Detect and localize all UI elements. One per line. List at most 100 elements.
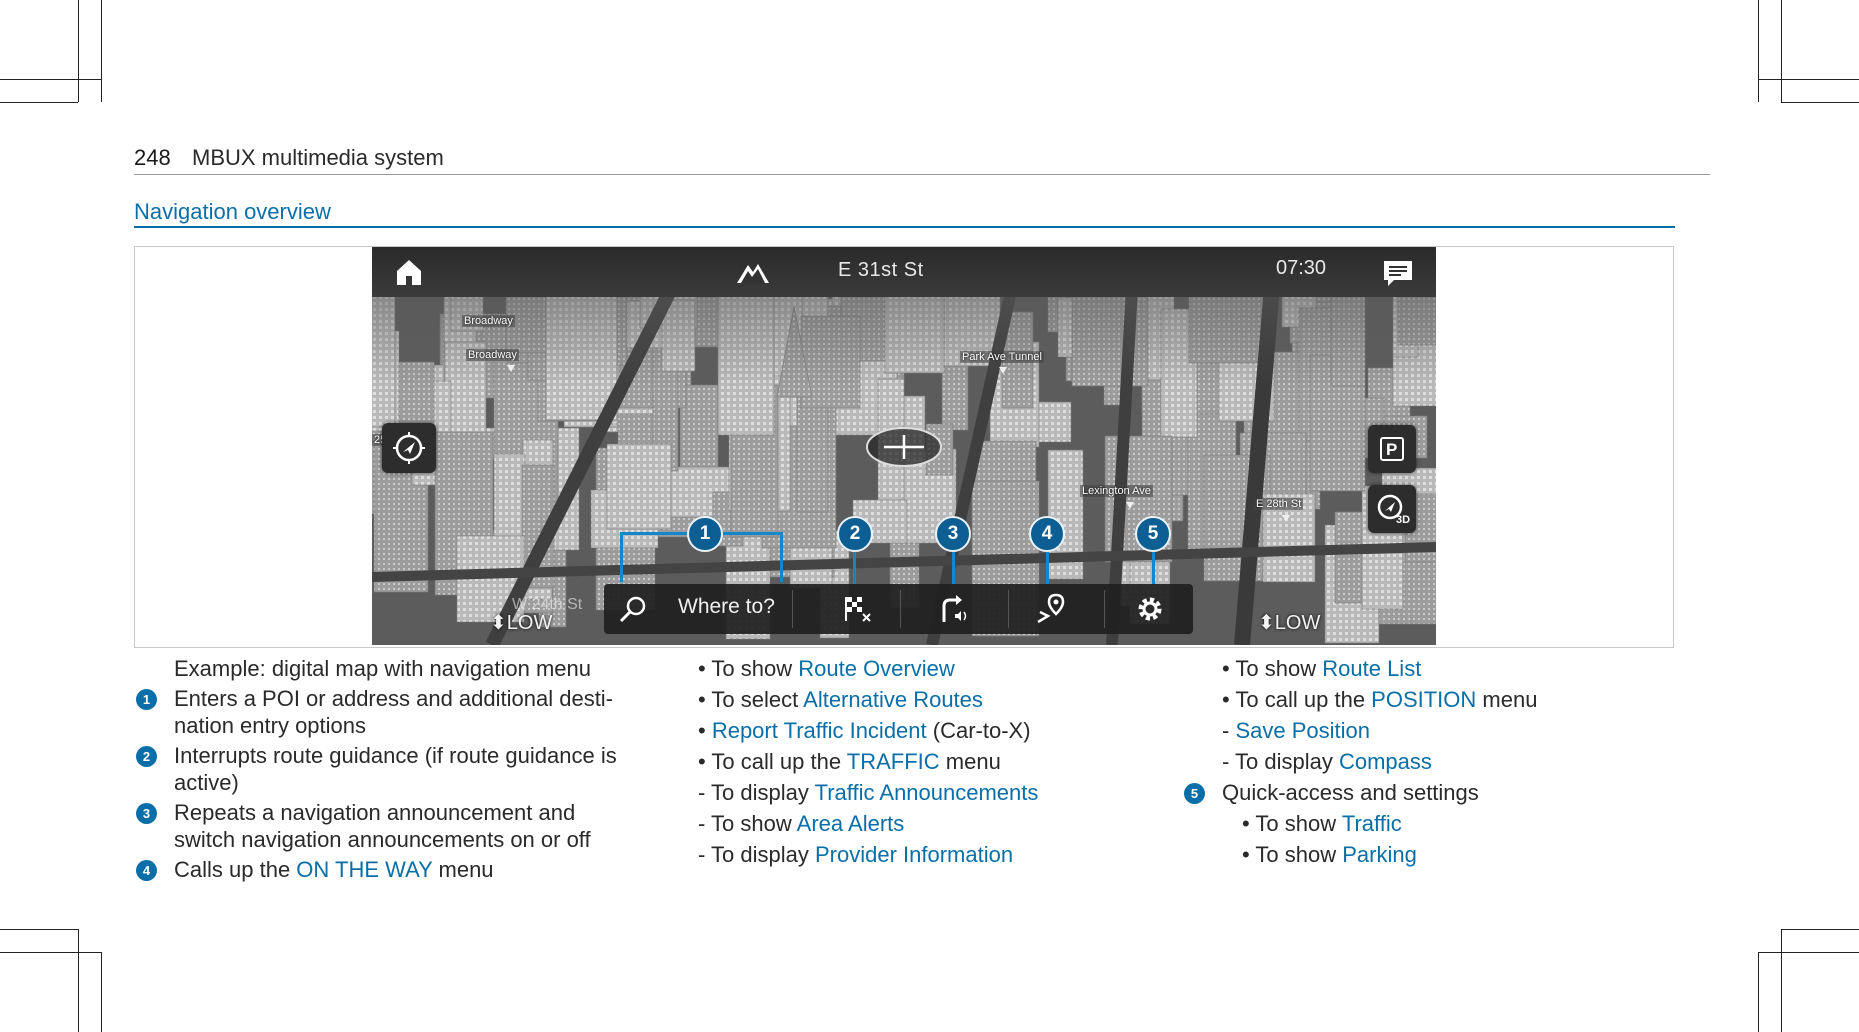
3d-view-button[interactable]: 3D <box>1368 485 1416 533</box>
crop-mark <box>1758 952 1859 953</box>
menu-divider <box>1104 590 1105 628</box>
section-title: Navigation overview <box>134 199 331 224</box>
map-label-broadway: Broadway <box>466 349 519 361</box>
search-field[interactable]: Where to? <box>678 595 775 619</box>
link-parking[interactable]: Parking <box>1342 842 1417 867</box>
link-route-list[interactable]: Route List <box>1322 656 1421 681</box>
link-area-alerts[interactable]: Area Alerts <box>797 811 905 836</box>
item-badge-4: 4 <box>136 860 157 881</box>
text: • To show <box>1242 842 1343 867</box>
text: - <box>1222 718 1236 743</box>
page-header: 248 MBUX multimedia system <box>134 143 1710 175</box>
link-traffic-show[interactable]: Traffic <box>1342 811 1402 836</box>
col2-line: - To show Area Alerts <box>698 811 904 837</box>
crop-mark <box>1758 952 1759 1032</box>
mountain-icon[interactable] <box>736 259 770 285</box>
crop-mark <box>0 102 78 103</box>
item-badge-3: 3 <box>136 803 157 824</box>
crop-mark <box>78 0 79 102</box>
crop-mark <box>1781 929 1782 1032</box>
low-left-indicator: ⬍LOW <box>490 612 553 634</box>
text: menu <box>432 857 494 882</box>
item-badge-5: 5 <box>1184 783 1205 804</box>
col3-sub-line: • To show Parking <box>1242 842 1417 868</box>
col3-line: • To show Route List <box>1222 656 1421 682</box>
crop-mark <box>0 79 101 80</box>
callout-4: 4 <box>1029 516 1065 552</box>
link-on-the-way[interactable]: ON THE WAY <box>296 857 432 882</box>
item-badge-2: 2 <box>136 746 157 767</box>
message-icon[interactable] <box>1382 258 1414 288</box>
col2-line: - To display Provider Information <box>698 842 1013 868</box>
text: • To call up the <box>698 749 847 774</box>
crop-mark <box>1781 929 1859 930</box>
map-label-lexington-ave: Lexington Ave <box>1080 485 1153 497</box>
link-route-overview[interactable]: Route Overview <box>798 656 955 681</box>
item-1-line: Enters a POI or address and additional d… <box>174 686 614 711</box>
link-save-position[interactable]: Save Position <box>1235 718 1370 743</box>
clock: 07:30 <box>1276 257 1327 279</box>
text: menu <box>939 749 1001 774</box>
compass-button[interactable] <box>382 423 436 473</box>
link-traffic-announcements[interactable]: Traffic Announcements <box>815 780 1039 805</box>
text: • To show <box>1222 656 1323 681</box>
col2-line: • To select Alternative Routes <box>698 687 983 713</box>
crop-mark <box>1781 0 1782 102</box>
text: Calls up the <box>174 857 297 882</box>
col3-sub-line: • To show Traffic <box>1242 811 1402 837</box>
compass-icon <box>393 432 425 464</box>
link-compass[interactable]: Compass <box>1339 749 1432 774</box>
text: - To display <box>698 842 815 867</box>
low-right-indicator: ⬍LOW <box>1258 612 1321 634</box>
crop-mark <box>1781 102 1859 103</box>
callout-line <box>620 532 623 582</box>
section-rule <box>134 226 1675 228</box>
map-label-marker <box>1282 515 1290 522</box>
text: • To call up the <box>1222 687 1372 712</box>
map-label-marker <box>507 365 515 372</box>
col3-line: - To display Compass <box>1222 749 1432 775</box>
menu-divider <box>792 590 793 628</box>
on-the-way-icon[interactable] <box>1034 592 1068 626</box>
callout-line <box>780 532 783 582</box>
text: - To display <box>698 780 815 805</box>
status-bar: E 31st St 07:30 <box>372 247 1436 297</box>
map-label-marker <box>999 367 1007 374</box>
col2-line: • Report Traffic Incident (Car-to-X) <box>698 718 1031 744</box>
voice-announcement-icon[interactable] <box>938 592 972 626</box>
crop-mark <box>101 952 102 1032</box>
col3-line: • To call up the POSITION menu <box>1222 687 1537 713</box>
col3-line: - Save Position <box>1222 718 1370 744</box>
link-position[interactable]: POSITION <box>1371 687 1476 712</box>
callout-3: 3 <box>935 516 971 552</box>
crop-mark <box>78 929 79 1032</box>
col2-line: • To show Route Overview <box>698 656 955 682</box>
item-2-line: active) <box>174 770 239 795</box>
link-report-traffic-incident[interactable]: Report Traffic Incident <box>712 718 927 743</box>
crop-mark <box>0 952 101 953</box>
crop-mark <box>101 0 102 102</box>
map-crosshair <box>866 427 942 467</box>
link-provider-information[interactable]: Provider Information <box>815 842 1013 867</box>
figure-caption: Example: digital map with navigation men… <box>174 656 592 681</box>
home-icon[interactable] <box>394 257 424 287</box>
menu-divider <box>900 590 901 628</box>
navigation-screen: E 31st St 07:30 Broadway Broadway Park A… <box>372 247 1436 645</box>
item-1-line: nation entry options <box>174 713 367 738</box>
callout-1: 1 <box>687 516 723 552</box>
item-4-line: Calls up the ON THE WAY menu <box>174 857 494 883</box>
settings-gear-icon[interactable] <box>1133 592 1167 626</box>
parking-button[interactable]: P <box>1368 425 1416 473</box>
text: • <box>698 718 712 743</box>
3d-label: 3D <box>1396 514 1411 526</box>
destination-flag-icon[interactable] <box>841 592 875 626</box>
text: • To show <box>698 656 799 681</box>
search-icon[interactable] <box>616 592 650 626</box>
col2-line: • To call up the TRAFFIC menu <box>698 749 1001 775</box>
parking-letter: P <box>1386 440 1398 459</box>
link-traffic[interactable]: TRAFFIC <box>847 749 940 774</box>
link-alternative-routes[interactable]: Alternative Routes <box>803 687 983 712</box>
header-title: MBUX multimedia system <box>192 145 444 170</box>
crop-mark <box>1758 79 1859 80</box>
text: - To display <box>1222 749 1339 774</box>
